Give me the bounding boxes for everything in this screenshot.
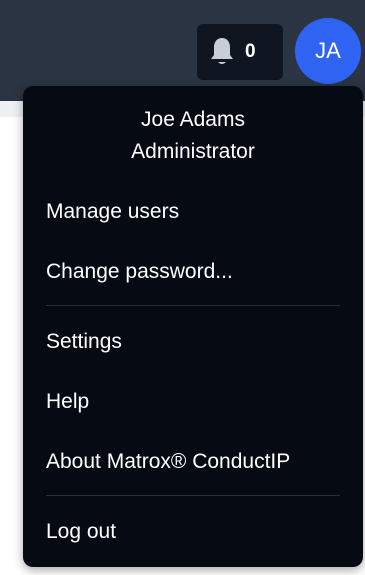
user-info: Joe Adams Administrator [23,104,363,168]
change-password-item[interactable]: Change password... [46,257,233,287]
menu-divider [46,305,340,306]
user-role: Administrator [131,140,255,163]
notification-count: 0 [245,41,256,62]
log-out-item[interactable]: Log out [46,517,116,547]
bell-icon [209,36,235,68]
notifications-button[interactable]: 0 [197,24,283,80]
menu-divider [46,495,340,496]
help-item[interactable]: Help [46,387,89,417]
settings-item[interactable]: Settings [46,327,122,357]
about-item[interactable]: About Matrox® ConductIP [46,447,290,477]
user-avatar-button[interactable]: JA [295,18,361,84]
user-name: Joe Adams [141,108,245,131]
manage-users-item[interactable]: Manage users [46,197,179,227]
user-menu: Joe Adams Administrator Manage users Cha… [23,86,363,567]
